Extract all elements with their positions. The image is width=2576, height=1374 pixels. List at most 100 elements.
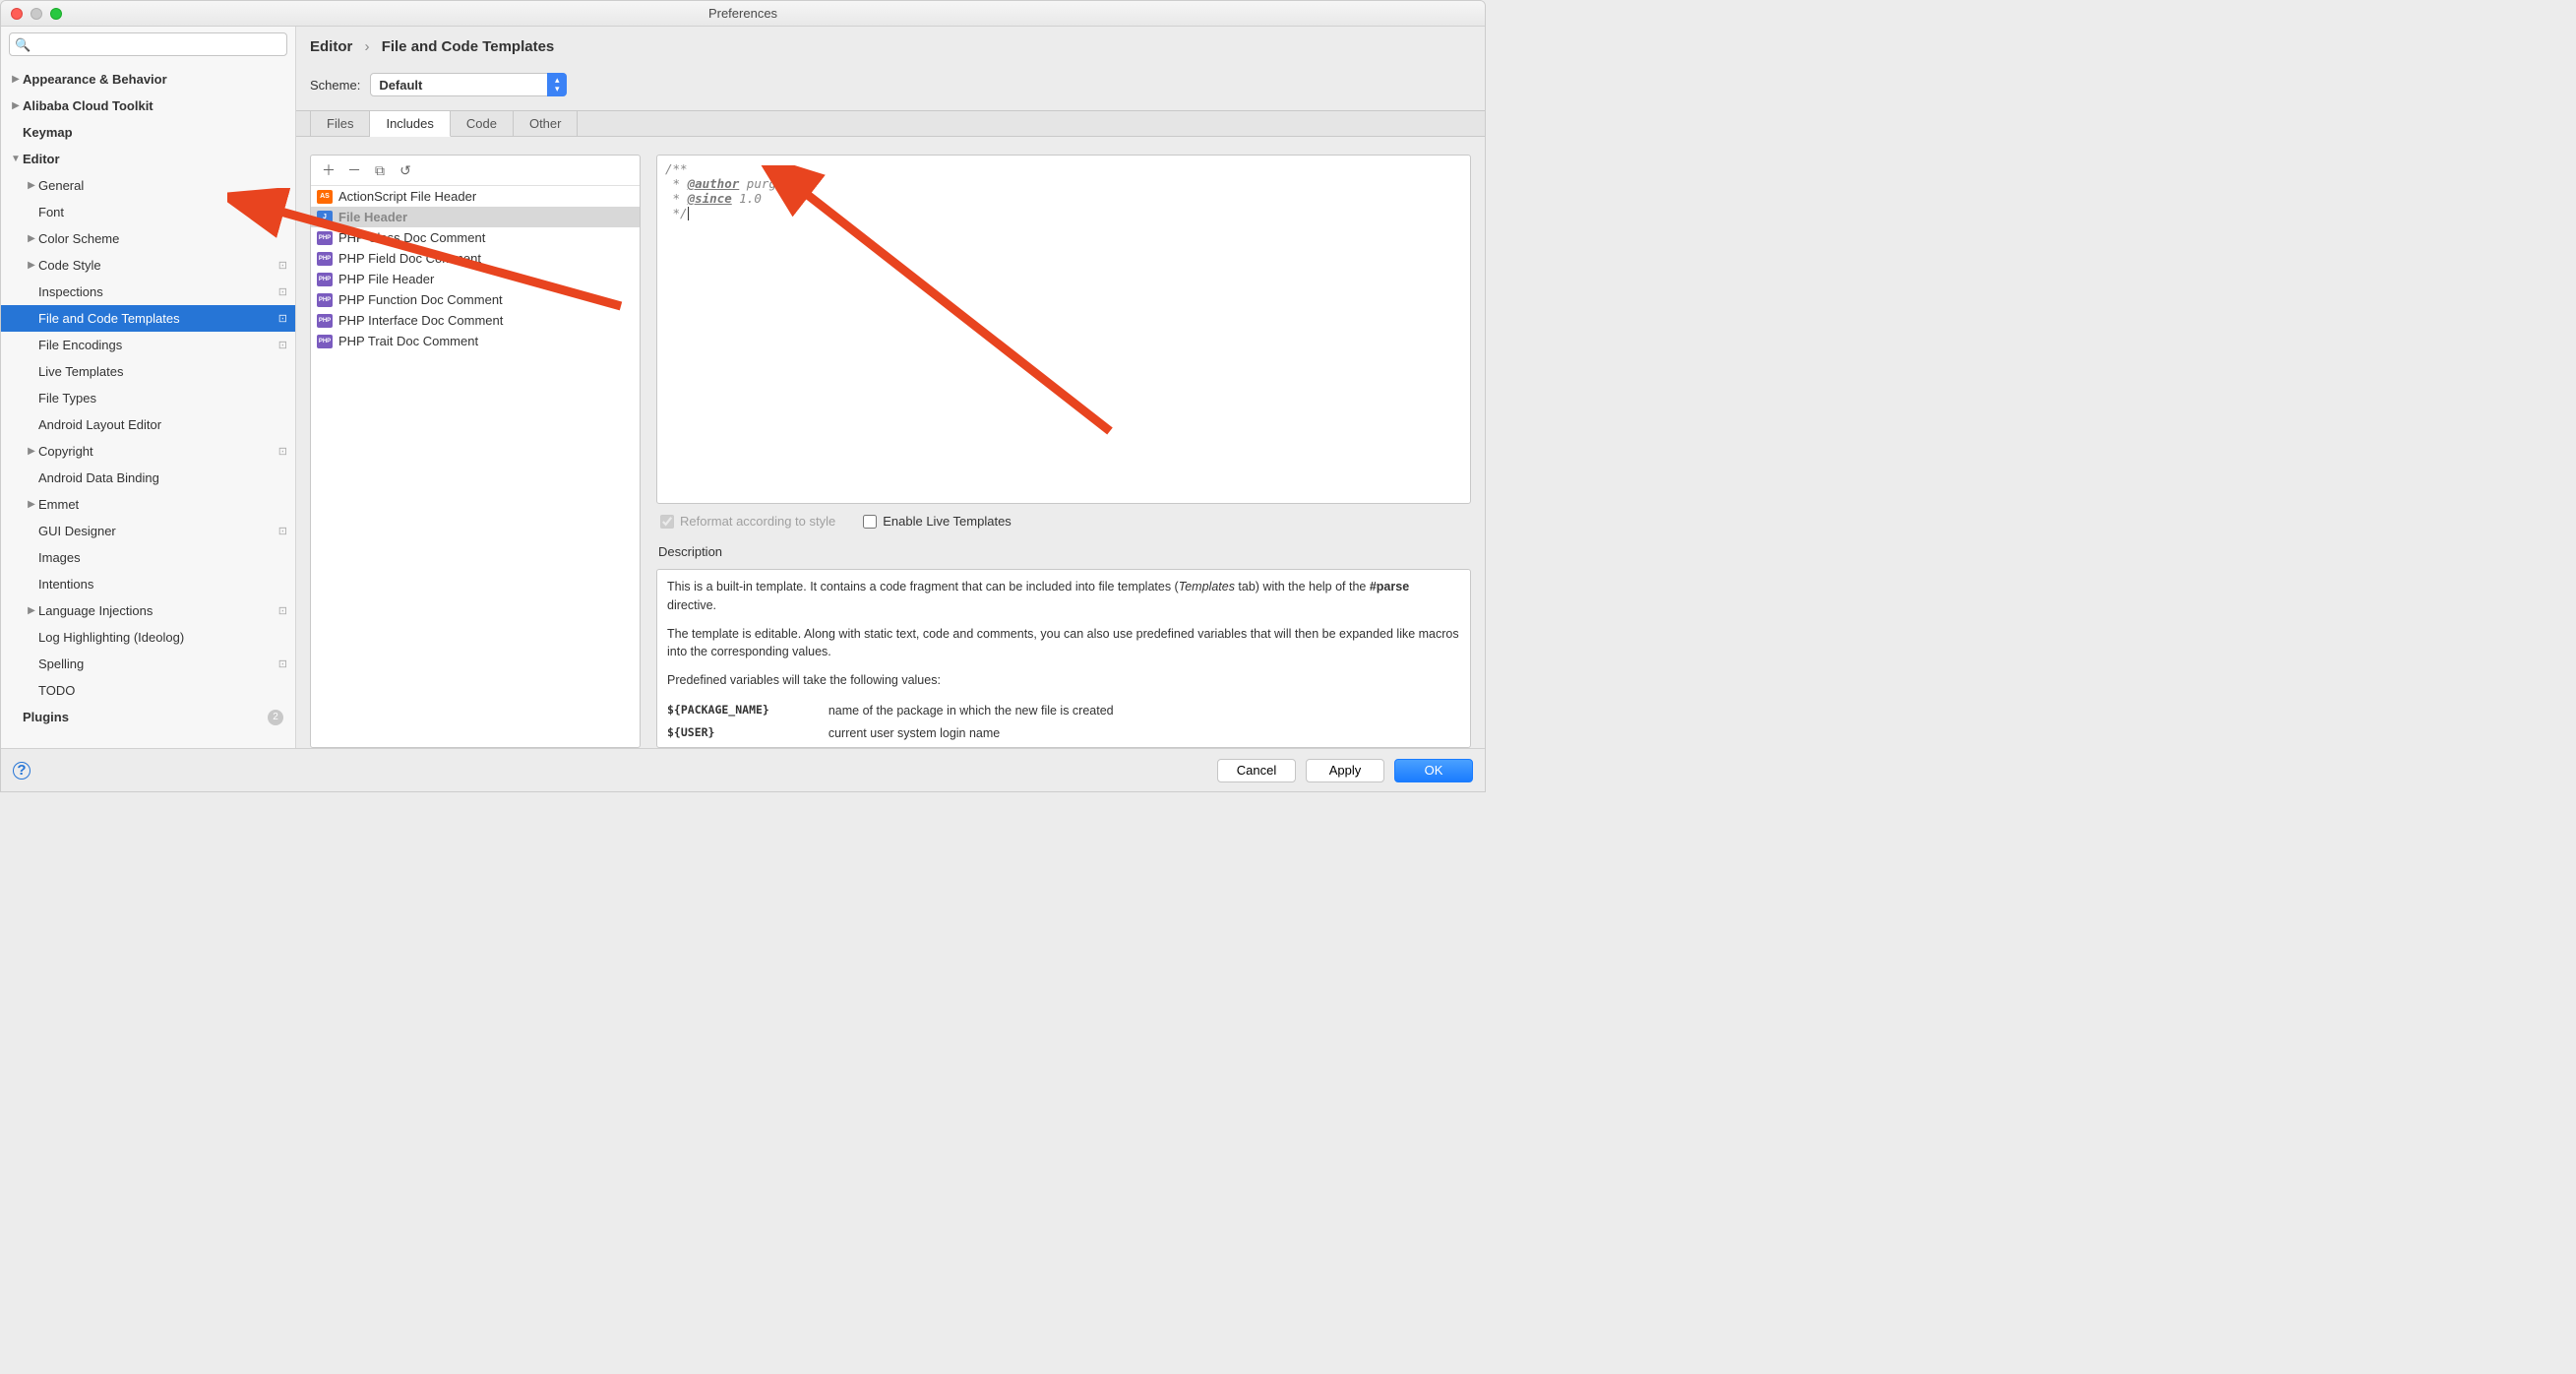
search-icon: 🔍 bbox=[15, 37, 31, 53]
variable-row: ${USER}current user system login name bbox=[667, 722, 1114, 745]
template-list[interactable]: ASActionScript File HeaderJFile HeaderPH… bbox=[311, 186, 640, 747]
close-icon[interactable] bbox=[11, 8, 23, 20]
template-item[interactable]: PHPPHP Function Doc Comment bbox=[311, 289, 640, 310]
chevron-updown-icon: ▴▾ bbox=[547, 73, 567, 96]
sidebar-item-label: Copyright bbox=[38, 444, 273, 459]
breadcrumb-parent[interactable]: Editor bbox=[310, 38, 352, 55]
minimize-icon[interactable] bbox=[31, 8, 42, 20]
tab[interactable]: Includes bbox=[370, 111, 450, 137]
template-item[interactable]: PHPPHP Interface Doc Comment bbox=[311, 310, 640, 331]
template-tabs: FilesIncludesCodeOther bbox=[296, 110, 1485, 137]
template-code-editor[interactable]: /** * @author purgeyao * @since 1.0 */ bbox=[656, 155, 1471, 504]
sidebar-item-label: Intentions bbox=[38, 577, 287, 592]
variable-name: ${USER} bbox=[667, 722, 828, 745]
template-item[interactable]: PHPPHP File Header bbox=[311, 269, 640, 289]
sidebar-item[interactable]: GUI Designer⊡ bbox=[1, 518, 295, 544]
tab[interactable]: Code bbox=[451, 111, 514, 136]
php-file-icon: PHP bbox=[317, 293, 333, 307]
template-item[interactable]: PHPPHP Trait Doc Comment bbox=[311, 331, 640, 351]
template-item[interactable]: JFile Header bbox=[311, 207, 640, 227]
sidebar-item-label: Plugins bbox=[23, 710, 268, 724]
php-file-icon: PHP bbox=[317, 335, 333, 348]
sidebar-item[interactable]: ▶Color Scheme bbox=[1, 225, 295, 252]
sidebar-item[interactable]: Images bbox=[1, 544, 295, 571]
variable-name: ${PACKAGE_NAME} bbox=[667, 700, 828, 722]
sidebar-item-label: Android Layout Editor bbox=[38, 417, 287, 432]
php-file-icon: PHP bbox=[317, 231, 333, 245]
tab[interactable]: Other bbox=[514, 111, 579, 136]
chevron-right-icon: ▶ bbox=[9, 100, 23, 111]
sidebar-item[interactable]: ▶Appearance & Behavior bbox=[1, 66, 295, 93]
template-item[interactable]: PHPPHP Class Doc Comment bbox=[311, 227, 640, 248]
sidebar-item[interactable]: ▼Editor bbox=[1, 146, 295, 172]
sidebar-item[interactable]: File Encodings⊡ bbox=[1, 332, 295, 358]
sidebar-item[interactable]: File and Code Templates⊡ bbox=[1, 305, 295, 332]
template-toolbar: ＋ － ⧉ ↺ bbox=[311, 156, 640, 186]
template-item-label: PHP Interface Doc Comment bbox=[338, 313, 503, 328]
variable-desc: current user system login name bbox=[828, 722, 1114, 745]
project-scope-icon: ⊡ bbox=[278, 285, 287, 298]
variable-row: ${PACKAGE_NAME}name of the package in wh… bbox=[667, 700, 1114, 722]
sidebar-item-label: Editor bbox=[23, 152, 287, 166]
sidebar-item[interactable]: ▶Alibaba Cloud Toolkit bbox=[1, 93, 295, 119]
as-file-icon: AS bbox=[317, 190, 333, 204]
ok-button[interactable]: OK bbox=[1394, 759, 1473, 782]
sidebar-item[interactable]: Inspections⊡ bbox=[1, 279, 295, 305]
sidebar-item[interactable]: ▶Copyright⊡ bbox=[1, 438, 295, 465]
sidebar-item[interactable]: TODO bbox=[1, 677, 295, 704]
help-button[interactable]: ? bbox=[13, 762, 31, 780]
sidebar-item[interactable]: ▶Emmet bbox=[1, 491, 295, 518]
copy-button[interactable]: ⧉ bbox=[368, 159, 392, 181]
settings-tree[interactable]: ▶Appearance & Behavior▶Alibaba Cloud Too… bbox=[1, 62, 295, 748]
template-item[interactable]: ASActionScript File Header bbox=[311, 186, 640, 207]
search-input[interactable] bbox=[9, 32, 287, 56]
sidebar-item-label: Spelling bbox=[38, 656, 273, 671]
project-scope-icon: ⊡ bbox=[278, 657, 287, 670]
chevron-right-icon: ▶ bbox=[25, 605, 38, 616]
apply-button[interactable]: Apply bbox=[1306, 759, 1384, 782]
maximize-icon[interactable] bbox=[50, 8, 62, 20]
scheme-select[interactable]: Default ▴▾ bbox=[370, 73, 567, 96]
live-check-icon bbox=[863, 515, 877, 529]
sidebar-item[interactable]: Spelling ⊡ bbox=[1, 651, 295, 677]
variable-desc: name of the package in which the new fil… bbox=[828, 700, 1114, 722]
sidebar-item[interactable]: Android Data Binding bbox=[1, 465, 295, 491]
live-templates-checkbox[interactable]: Enable Live Templates bbox=[863, 514, 1012, 529]
sidebar-item[interactable]: ▶Language Injections⊡ bbox=[1, 597, 295, 624]
sidebar-item[interactable]: Font bbox=[1, 199, 295, 225]
sidebar-item[interactable]: Intentions bbox=[1, 571, 295, 597]
titlebar: Preferences bbox=[1, 1, 1485, 27]
tab[interactable]: Files bbox=[310, 111, 370, 136]
sidebar-item[interactable]: File Types bbox=[1, 385, 295, 411]
php-file-icon: PHP bbox=[317, 252, 333, 266]
description-heading: Description bbox=[658, 544, 1469, 559]
sidebar-item[interactable]: Live Templates bbox=[1, 358, 295, 385]
sidebar-item[interactable]: ▶General bbox=[1, 172, 295, 199]
sidebar-item-label: GUI Designer bbox=[38, 524, 273, 538]
template-item-label: PHP Field Doc Comment bbox=[338, 251, 481, 266]
sidebar-item-label: Font bbox=[38, 205, 287, 219]
sidebar-item[interactable]: Keymap bbox=[1, 119, 295, 146]
cancel-button[interactable]: Cancel bbox=[1217, 759, 1296, 782]
sidebar-item-label: General bbox=[38, 178, 287, 193]
chevron-right-icon: ▶ bbox=[25, 499, 38, 510]
sidebar-item-label: TODO bbox=[38, 683, 287, 698]
project-scope-icon: ⊡ bbox=[278, 312, 287, 325]
sidebar-item[interactable]: Log Highlighting (Ideolog) bbox=[1, 624, 295, 651]
window-title: Preferences bbox=[1, 6, 1485, 21]
sidebar-item-label: Appearance & Behavior bbox=[23, 72, 287, 87]
template-item-label: File Header bbox=[338, 210, 407, 224]
sidebar-item-label: Log Highlighting (Ideolog) bbox=[38, 630, 287, 645]
chevron-right-icon: ▶ bbox=[9, 74, 23, 85]
sidebar: 🔍 ▶Appearance & Behavior▶Alibaba Cloud T… bbox=[1, 27, 296, 748]
add-button[interactable]: ＋ bbox=[317, 159, 340, 181]
template-item[interactable]: PHP PHP Field Doc Comment bbox=[311, 248, 640, 269]
sidebar-item[interactable]: Plugins2 bbox=[1, 704, 295, 730]
remove-button[interactable]: － bbox=[342, 159, 366, 181]
revert-button[interactable]: ↺ bbox=[394, 159, 417, 181]
project-scope-icon: ⊡ bbox=[278, 339, 287, 351]
sidebar-item[interactable]: Android Layout Editor bbox=[1, 411, 295, 438]
count-badge: 2 bbox=[268, 710, 283, 725]
reformat-checkbox[interactable]: Reformat according to style bbox=[660, 514, 835, 529]
sidebar-item[interactable]: ▶Code Style⊡ bbox=[1, 252, 295, 279]
